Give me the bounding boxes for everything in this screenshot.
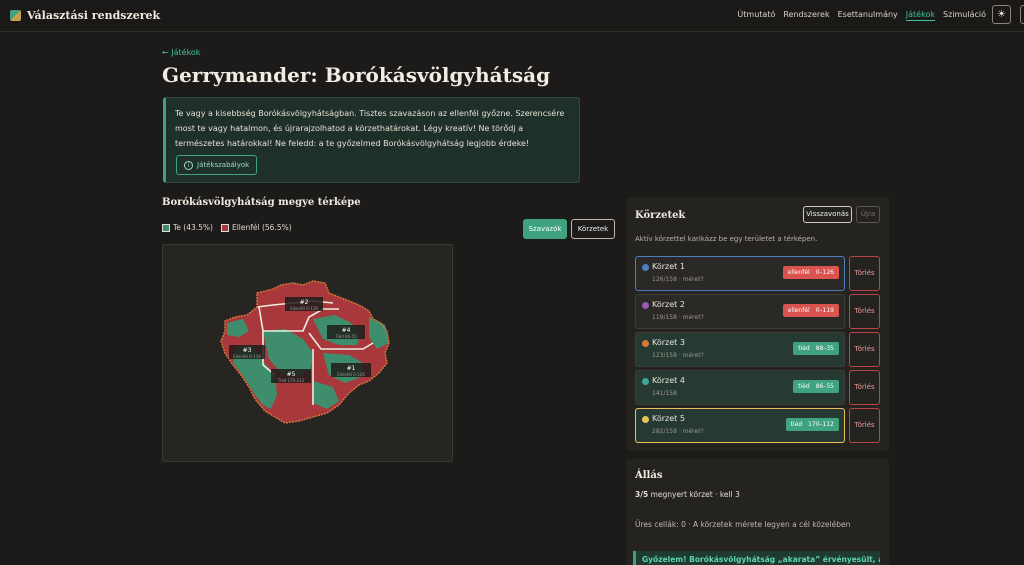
map-legend: Te (43.5%) Ellenfél (56.5%) <box>162 223 292 232</box>
district-label-3: #3 Ellenfél 0-119 <box>229 345 265 359</box>
district-name: Körzet 4 <box>652 376 685 385</box>
standing-panel: Állás 3/5 megnyert körzet · kell 3 Üres … <box>626 459 889 565</box>
districts-view-button[interactable]: Körzetek <box>571 219 615 239</box>
districts-panel: Körzetek Visszavonás Újra Aktív körzette… <box>626 197 889 451</box>
district-result: tiéd <box>798 383 810 390</box>
svg-text:Ellenfél 0-119: Ellenfél 0-119 <box>233 354 261 359</box>
district-item-5[interactable]: Körzet 5 282/158 · méret? tiéd 170–112 <box>635 408 845 443</box>
district-size: 141/158 <box>652 390 677 397</box>
district-color-dot <box>642 264 649 271</box>
district-size: 123/158 · méret? <box>652 352 704 359</box>
district-color-dot <box>642 378 649 385</box>
district-result-badge: tiéd 170–112 <box>785 418 839 431</box>
svg-text:#2: #2 <box>300 299 309 306</box>
county-map[interactable]: #2 Ellenfél 0-119 #4 Tiéd 86-55 #3 Ellen… <box>162 244 453 462</box>
district-result-badge: tiéd 86–55 <box>793 380 839 393</box>
info-icon: i <box>184 160 193 170</box>
district-score: 86–55 <box>815 383 834 390</box>
districts-hint: Aktív körzettel karikázz be egy területe… <box>635 235 818 243</box>
district-size: 126/158 · méret? <box>652 276 704 283</box>
delete-district-5-button[interactable]: Törlés <box>849 408 880 443</box>
intro-text: Te vagy a kisebbség Borókásvölgyhátságba… <box>175 109 565 148</box>
district-size: 282/158 · méret? <box>652 428 704 435</box>
redo-button[interactable]: Újra <box>856 206 880 223</box>
brand[interactable]: Választási rendszerek <box>10 9 160 22</box>
nav-jatekok[interactable]: Játékok <box>905 10 935 21</box>
legend-opponent-swatch <box>220 223 229 232</box>
district-result: ellenfél <box>787 269 810 276</box>
district-result: tiéd <box>798 345 810 352</box>
district-name: Körzet 3 <box>652 338 685 347</box>
district-score: 170–112 <box>808 421 834 428</box>
district-label-2: #2 Ellenfél 0-119 <box>285 297 323 311</box>
district-result-badge: tiéd 88–35 <box>793 342 839 355</box>
svg-text:#4: #4 <box>342 327 351 334</box>
svg-text:Ellenfél 0-119: Ellenfél 0-119 <box>290 306 318 311</box>
district-name: Körzet 1 <box>652 262 685 271</box>
svg-text:#1: #1 <box>347 365 356 372</box>
page-title: Gerrymander: Borókásvölgyhátság <box>162 63 551 87</box>
district-score: 88–35 <box>815 345 834 352</box>
svg-text:Ellenfél 0-126: Ellenfél 0-126 <box>337 372 365 377</box>
legend-you: Te (43.5%) <box>162 223 213 232</box>
district-color-dot <box>642 302 649 309</box>
back-link[interactable]: ← Játékok <box>162 48 200 57</box>
svg-text:#3: #3 <box>243 347 252 354</box>
district-item-2[interactable]: Körzet 2 119/158 · méret? ellenfél 0–119 <box>635 294 845 329</box>
district-size: 119/158 · méret? <box>652 314 704 321</box>
top-bar: Választási rendszerek Útmutató Rendszere… <box>0 0 1024 32</box>
district-item-3[interactable]: Körzet 3 123/158 · méret? tiéd 88–35 <box>635 332 845 367</box>
theme-toggle-button[interactable]: ☀ <box>992 5 1011 24</box>
standing-score-value: 3/5 <box>635 490 649 499</box>
rules-button[interactable]: i Játékszabályok <box>176 155 258 175</box>
voters-view-button[interactable]: Szavazók <box>523 219 567 239</box>
district-result: ellenfél <box>787 307 810 314</box>
district-score: 0–119 <box>815 307 834 314</box>
district-score: 0–126 <box>815 269 834 276</box>
district-result: tiéd <box>790 421 803 428</box>
district-label-1: #1 Ellenfél 0-126 <box>331 363 371 377</box>
delete-district-2-button[interactable]: Törlés <box>849 294 880 329</box>
district-item-4[interactable]: Körzet 4 141/158 tiéd 86–55 <box>635 370 845 405</box>
brand-name: Választási rendszerek <box>27 9 161 22</box>
nav-szimulacio[interactable]: Szimuláció <box>943 10 986 21</box>
district-color-dot <box>642 416 649 423</box>
district-name: Körzet 5 <box>652 414 685 423</box>
standing-score-text: megnyert körzet · kell 3 <box>648 490 740 499</box>
district-color-dot <box>642 340 649 347</box>
svg-text:Tiéd 170-112: Tiéd 170-112 <box>277 378 305 383</box>
empty-cells-info: Üres cellák: 0 · A körzetek mérete legye… <box>635 520 851 529</box>
delete-district-1-button[interactable]: Törlés <box>849 256 880 291</box>
svg-text:Tiéd 86-55: Tiéd 86-55 <box>334 334 357 339</box>
district-name: Körzet 2 <box>652 300 685 309</box>
main-nav: Útmutató Rendszerek Esettanulmány Játéko… <box>737 10 986 21</box>
brand-logo-icon <box>10 10 21 21</box>
intro-callout: Te vagy a kisebbség Borókásvölgyhátságba… <box>163 97 580 183</box>
district-result-badge: ellenfél 0–126 <box>782 266 839 279</box>
nav-utmutato[interactable]: Útmutató <box>737 10 775 21</box>
legend-opponent: Ellenfél (56.5%) <box>220 223 292 232</box>
map-title: Borókásvölgyhátság megye térképe <box>162 197 361 208</box>
legend-you-swatch <box>162 223 170 232</box>
win-message: Győzelem! Borókásvölgyhátság „akarata” é… <box>633 551 880 565</box>
district-item-1[interactable]: Körzet 1 126/158 · méret? ellenfél 0–126 <box>635 256 845 291</box>
undo-button[interactable]: Visszavonás <box>803 206 852 223</box>
district-label-4: #4 Tiéd 86-55 <box>327 325 365 339</box>
sun-icon: ☀ <box>997 9 1006 20</box>
standing-score: 3/5 megnyert körzet · kell 3 <box>635 490 740 499</box>
district-result-badge: ellenfél 0–119 <box>782 304 839 317</box>
map-canvas[interactable]: #2 Ellenfél 0-119 #4 Tiéd 86-55 #3 Ellen… <box>163 245 454 463</box>
delete-district-4-button[interactable]: Törlés <box>849 370 880 405</box>
svg-text:#5: #5 <box>287 371 296 378</box>
delete-district-3-button[interactable]: Törlés <box>849 332 880 367</box>
standing-title: Állás <box>635 470 663 481</box>
district-label-5: #5 Tiéd 170-112 <box>271 369 311 383</box>
districts-panel-title: Körzetek <box>635 210 686 221</box>
nav-esettanulmany[interactable]: Esettanulmány <box>838 10 898 21</box>
nav-rendszerek[interactable]: Rendszerek <box>783 10 829 21</box>
legend-you-label: Te (43.5%) <box>173 223 213 232</box>
rules-button-label: Játékszabályok <box>197 161 250 169</box>
legend-opponent-label: Ellenfél (56.5%) <box>231 223 292 232</box>
menu-button[interactable] <box>1020 5 1024 24</box>
